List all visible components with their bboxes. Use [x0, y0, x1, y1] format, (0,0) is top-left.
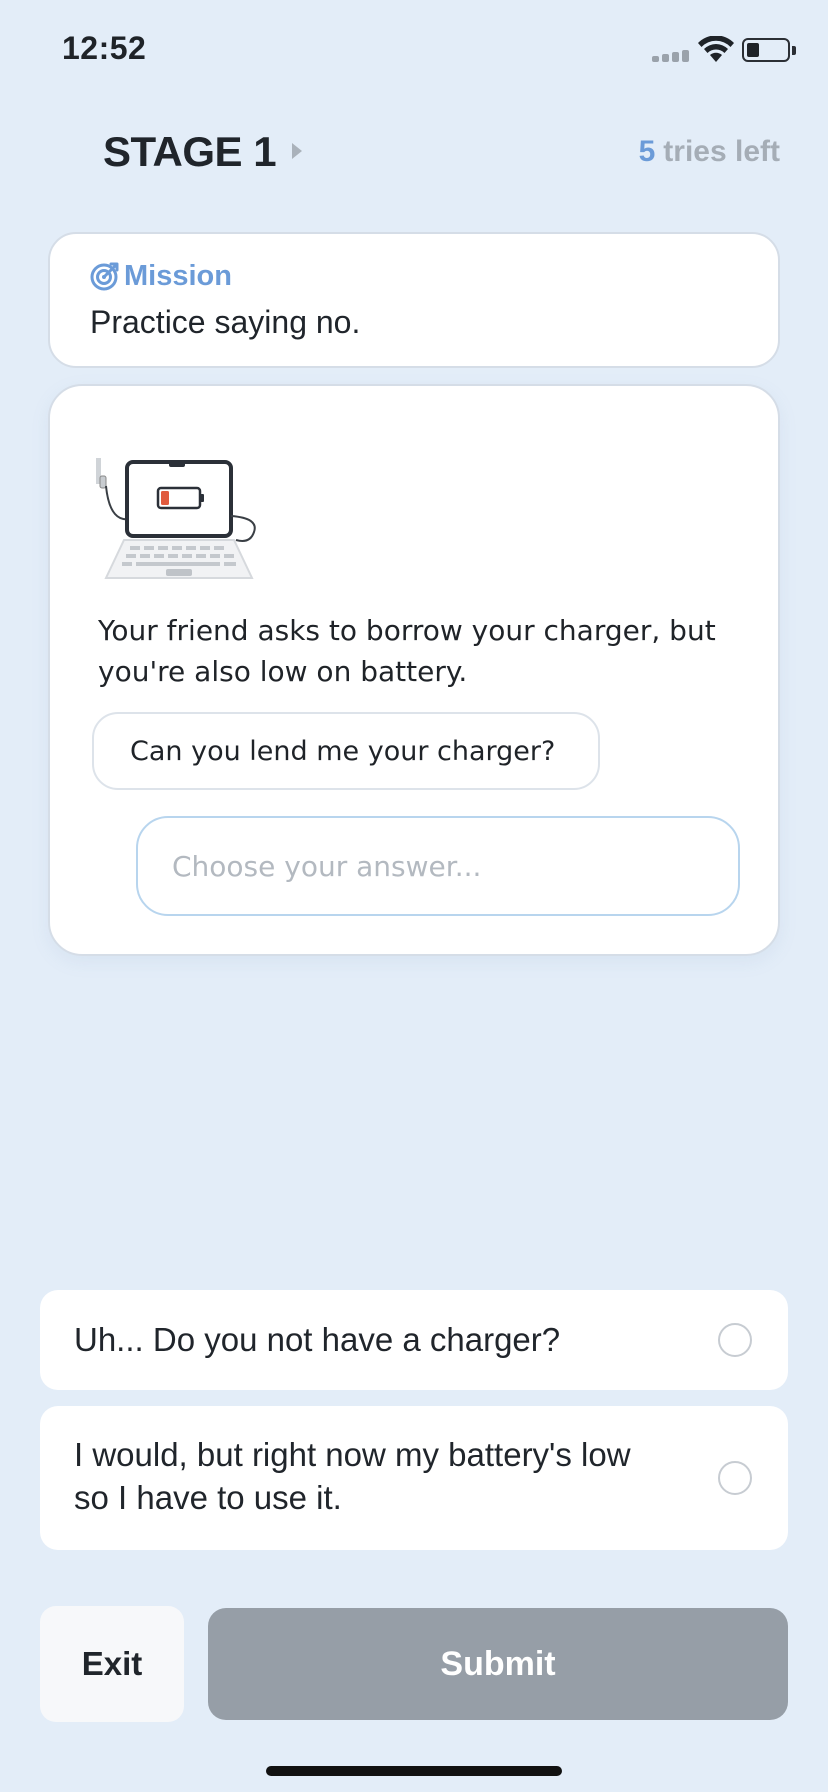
submit-button[interactable]: Submit: [208, 1608, 788, 1720]
answer-option-1[interactable]: Uh... Do you not have a charger?: [40, 1290, 788, 1390]
answer-placeholder: Choose your answer...: [172, 850, 482, 883]
exit-button[interactable]: Exit: [40, 1606, 184, 1722]
mission-header: Mission: [90, 260, 232, 292]
tries-label: tries left: [663, 135, 780, 168]
cellular-signal-icon: [652, 50, 692, 62]
target-icon: [90, 262, 119, 291]
chevron-right-icon[interactable]: [292, 143, 302, 159]
home-indicator[interactable]: [266, 1766, 562, 1776]
stage-title[interactable]: STAGE 1: [103, 128, 277, 176]
friend-speech-bubble: Can you lend me your charger?: [92, 712, 600, 790]
radio-button[interactable]: [718, 1323, 752, 1357]
laptop-low-battery-icon: [96, 458, 256, 579]
tries-count: 5: [638, 135, 656, 168]
scenario-description: Your friend asks to borrow your charger,…: [98, 614, 716, 688]
wifi-icon: [698, 36, 734, 62]
answer-option-text: Uh... Do you not have a charger?: [74, 1321, 561, 1358]
answer-field[interactable]: Choose your answer...: [136, 816, 740, 916]
answer-option-text: I would, but right now my battery's low …: [74, 1436, 631, 1516]
battery-icon: [742, 38, 790, 62]
radio-button[interactable]: [718, 1461, 752, 1495]
tries-left-indicator: 5 tries left: [639, 135, 780, 169]
mission-card: Mission Practice saying no.: [48, 232, 780, 368]
status-time: 12:52: [62, 30, 147, 66]
status-bar: 12:52: [0, 0, 828, 100]
friend-speech-text: Can you lend me your charger?: [130, 736, 556, 767]
scenario-card: Your friend asks to borrow your charger,…: [48, 384, 780, 956]
app-screen: 12:52 STAGE 1 5 tries left Mission Pract…: [0, 0, 828, 1792]
answer-option-2[interactable]: I would, but right now my battery's low …: [40, 1406, 788, 1550]
mission-label: Mission: [124, 259, 232, 292]
mission-text: Practice saying no.: [90, 304, 361, 340]
